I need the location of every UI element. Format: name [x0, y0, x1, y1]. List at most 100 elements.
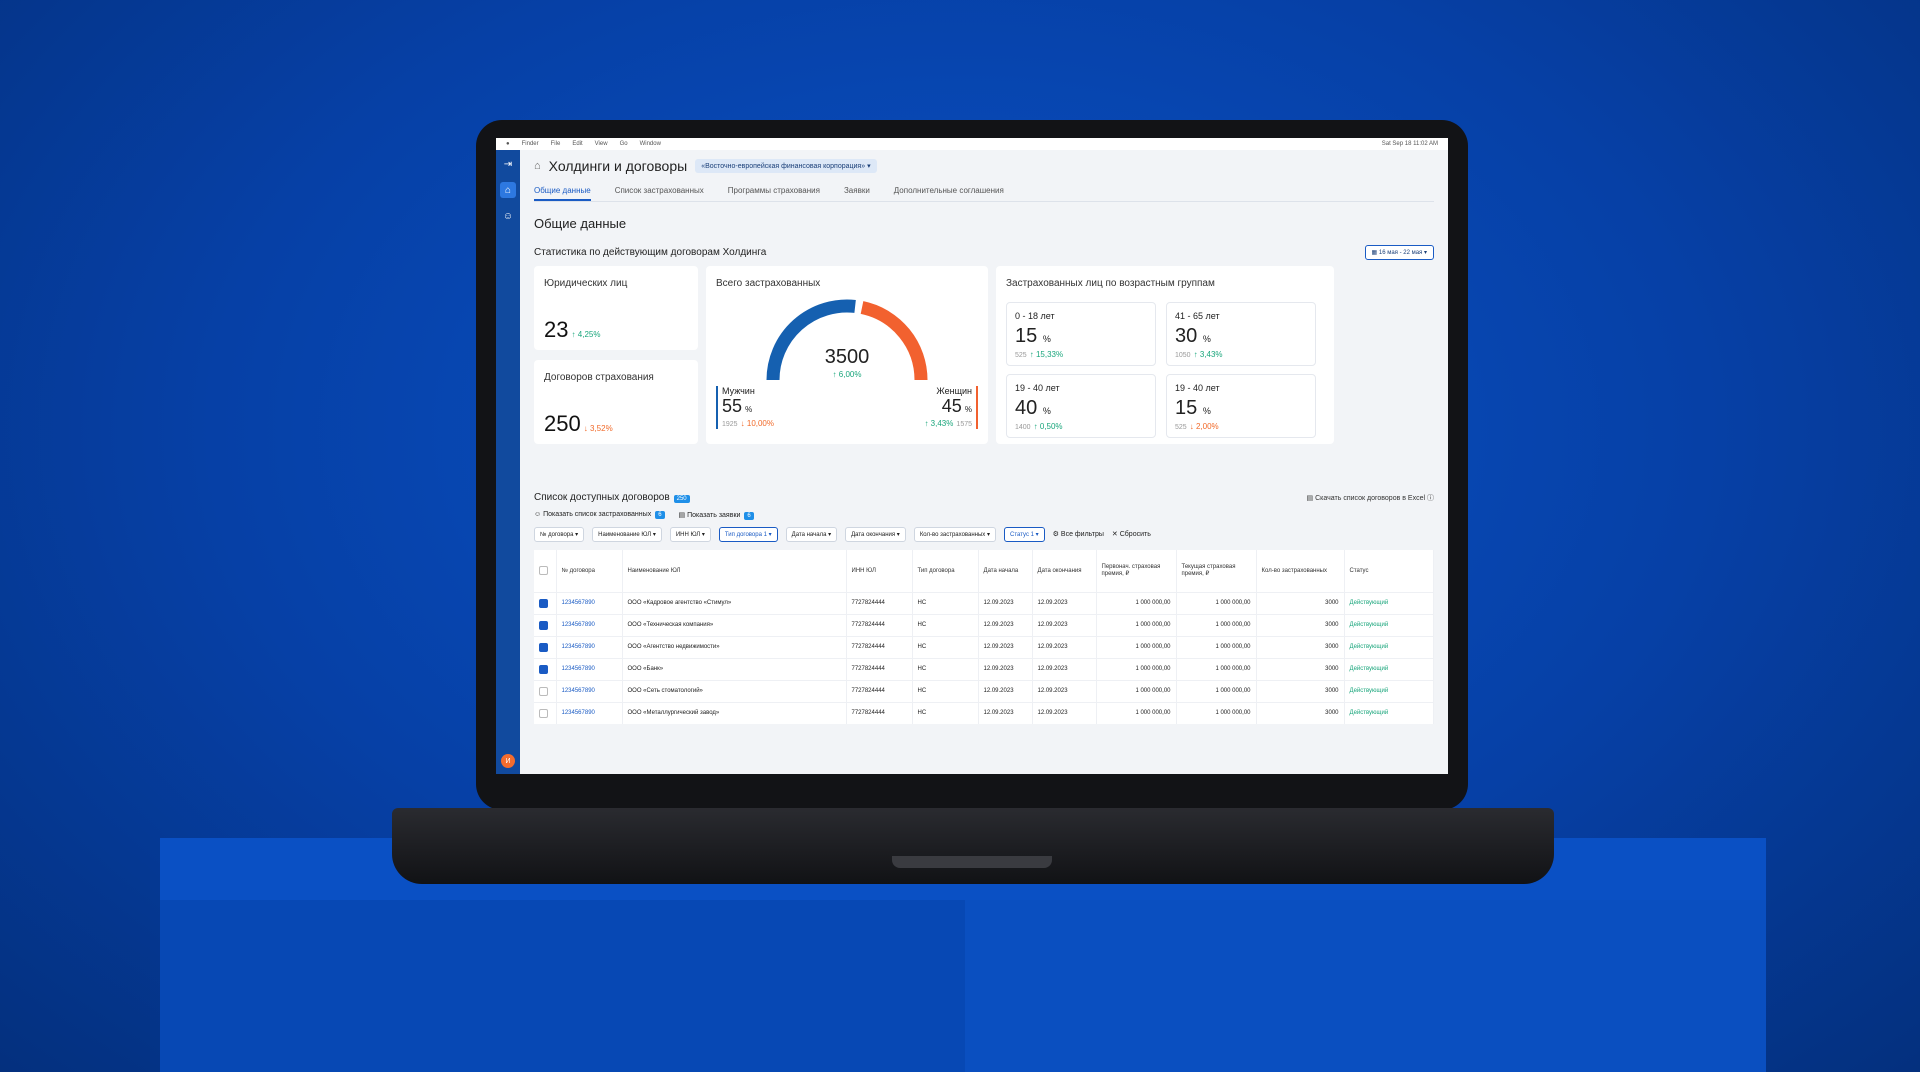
col-company-name[interactable]: Наименование ЮЛ [622, 550, 847, 592]
cell-num[interactable]: 1234567890 [562, 710, 595, 716]
age-groups-card: Застрахованных лиц по возрастным группам… [996, 266, 1334, 444]
show-requests-button[interactable]: ▤ Показать заявки 6 [679, 511, 754, 520]
row-checkbox[interactable] [539, 642, 548, 652]
pedestal-side [965, 900, 1766, 1072]
table-cell: 12.09.2023 [1032, 613, 1097, 636]
filter-inn[interactable]: ИНН ЮЛ ▾ [669, 527, 711, 542]
table-row[interactable]: 1234567890 ООО «Техническая компания» 7727… [534, 613, 1434, 636]
cell-name: ООО «Металлургический завод» [627, 710, 720, 717]
page-title: Холдинги и договоры [548, 158, 688, 174]
cell-qty: 3000 [1325, 688, 1339, 694]
all-filters-button[interactable]: ⚙ Все фильтры [1053, 527, 1104, 542]
cell-num[interactable]: 1234567890 [562, 666, 595, 672]
collapse-icon[interactable]: ⇥ [500, 156, 516, 172]
cell-start: 12.09.2023 [983, 644, 1014, 650]
tab-insured-list[interactable]: Список застрахованных [615, 182, 704, 201]
col-end-date[interactable]: Дата окончания [1032, 550, 1097, 592]
bank-icon[interactable]: ⌂ [500, 182, 516, 198]
filter-insured-count[interactable]: Кол-во застрахованных ▾ [913, 527, 996, 542]
cell-num[interactable]: 1234567890 [562, 688, 595, 694]
apple-icon[interactable]: ● [506, 141, 510, 147]
select-all-checkbox[interactable] [539, 566, 548, 576]
cell-p1: 1 000 000,00 [1135, 622, 1171, 628]
tab-programs[interactable]: Программы страхования [728, 182, 820, 201]
show-insured-button[interactable]: ☺ Показать список застрахованных 6 [534, 511, 665, 519]
filter-count: 1 [1030, 532, 1034, 538]
age-group-card: 0 - 18 лет 15 % 525 ↑ 15,33% [1006, 302, 1156, 366]
table-row[interactable]: 1234567890 ООО «Агентство недвижимости» 77… [534, 635, 1434, 658]
row-checkbox[interactable] [539, 598, 548, 608]
download-excel-link[interactable]: ▤ Скачать список договоров в Excel ⓘ [1307, 493, 1434, 503]
info-icon: ⓘ [1427, 494, 1434, 502]
row-checkbox[interactable] [539, 686, 548, 696]
row-checkbox[interactable] [539, 620, 548, 630]
table-row[interactable]: 1234567890 ООО «Металлургический завод» 77… [534, 701, 1434, 724]
col-status[interactable]: Статус [1344, 550, 1434, 592]
table-row[interactable]: 1234567890 ООО «Кадровое агентство «Стиму… [534, 591, 1434, 614]
col-inn[interactable]: ИНН ЮЛ [846, 550, 913, 592]
age-groups-label: Застрахованных лиц по возрастным группам [1006, 278, 1215, 289]
row-checkbox[interactable] [539, 664, 548, 674]
file-icon: ▤ [1306, 494, 1314, 502]
filter-contract-number[interactable]: № договора ▾ [534, 527, 585, 542]
date-range-button[interactable]: ▦ 16 мая - 22 мая ▾ [1364, 245, 1434, 260]
download-excel-label: Скачать список договоров в Excel [1315, 494, 1426, 502]
menubar-clock[interactable]: Sat Sep 18 11:02 AM [1382, 141, 1438, 147]
filter-start-date[interactable]: Дата начала ▾ [785, 527, 838, 542]
contracts-table: № договора Наименование ЮЛ ИНН ЮЛ Тип до… [534, 550, 1434, 724]
menu-edit[interactable]: Edit [572, 141, 582, 147]
col-insured-count[interactable]: Кол-во застрахованных [1256, 550, 1345, 592]
filter-label: Статус [1010, 532, 1029, 538]
row-checkbox-cell [534, 613, 557, 636]
table-row[interactable]: 1234567890 ООО «Сеть стоматологий» 7727824… [534, 679, 1434, 702]
menu-go[interactable]: Go [620, 141, 628, 147]
menu-file[interactable]: File [551, 141, 561, 147]
table-row[interactable]: 1234567890 ООО «Банк» 7727824444 НС 12.09.20… [534, 657, 1434, 680]
tab-general[interactable]: Общие данные [534, 182, 591, 201]
menu-view[interactable]: View [595, 141, 608, 147]
filter-contract-type[interactable]: Тип договора 1 ▾ [718, 527, 778, 542]
table-cell: ООО «Техническая компания» [622, 613, 847, 636]
tab-agreements[interactable]: Дополнительные соглашения [894, 182, 1004, 201]
men-label: Мужчин [722, 386, 755, 396]
cell-name: ООО «Сеть стоматологий» [627, 688, 703, 694]
col-contract-number[interactable]: № договора [556, 550, 623, 592]
cell-status: Действующий [1349, 600, 1389, 606]
men-count: 1925 [722, 421, 738, 428]
table-cell: 12.09.2023 [1032, 701, 1097, 724]
table-cell: Действующий [1344, 701, 1434, 724]
col-current-premium[interactable]: Текущая страховая премия, ₽ [1176, 550, 1257, 592]
menu-window[interactable]: Window [640, 141, 661, 147]
legal-entities-change: ↑ 4,25% [571, 330, 601, 339]
cell-end: 12.09.2023 [1037, 644, 1068, 650]
user-icon[interactable]: ☺ [500, 208, 516, 224]
menubar-app[interactable]: Finder [522, 141, 539, 147]
col-type[interactable]: Тип договора [912, 550, 979, 592]
cell-qty: 3000 [1325, 622, 1339, 628]
cell-num[interactable]: 1234567890 [562, 644, 595, 650]
table-cell: 3000 [1256, 635, 1345, 658]
tabs: Общие данные Список застрахованных Прогр… [534, 182, 1434, 202]
company-select[interactable]: «Восточно-европейская финансовая корпора… [695, 159, 877, 173]
avatar[interactable]: И [501, 754, 515, 768]
table-cell: 12.09.2023 [978, 679, 1033, 702]
filter-status[interactable]: Статус 1 ▾ [1004, 527, 1045, 542]
cell-num[interactable]: 1234567890 [562, 622, 595, 628]
table-cell: ООО «Металлургический завод» [622, 701, 847, 724]
contracts-change: ↓ 3,52% [583, 424, 613, 433]
cell-status: Действующий [1349, 622, 1389, 628]
col-start-date[interactable]: Дата начала [978, 550, 1033, 592]
filter-end-date[interactable]: Дата окончания ▾ [845, 527, 906, 542]
filter-company-name[interactable]: Наименование ЮЛ ▾ [592, 527, 662, 542]
cell-num[interactable]: 1234567890 [562, 600, 595, 606]
tab-requests[interactable]: Заявки [844, 182, 870, 201]
row-checkbox[interactable] [539, 708, 548, 718]
col-initial-premium[interactable]: Первонач. страховая премия, ₽ [1096, 550, 1177, 592]
cell-type: НС [917, 644, 927, 650]
reset-button[interactable]: ✕ Сбросить [1112, 527, 1151, 542]
cell-end: 12.09.2023 [1037, 622, 1068, 628]
row-checkbox-cell [534, 701, 557, 724]
macos-menubar: ● Finder File Edit View Go Window Sat Se… [496, 138, 1448, 150]
cell-end: 12.09.2023 [1037, 688, 1068, 694]
cell-start: 12.09.2023 [983, 600, 1014, 606]
